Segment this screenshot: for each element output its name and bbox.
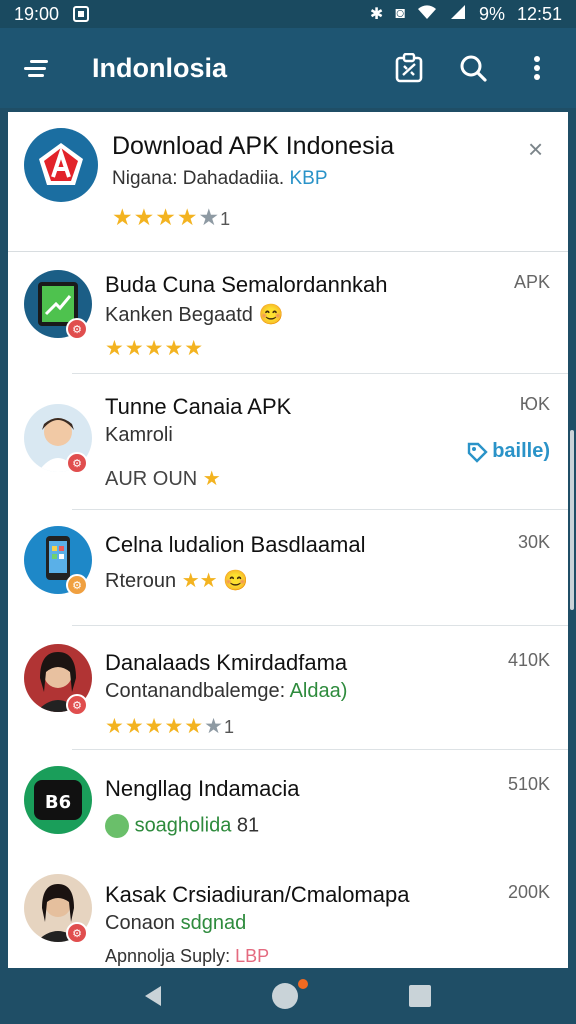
search-icon[interactable] xyxy=(456,51,490,85)
app-badge-icon: ⚙ xyxy=(66,574,88,596)
item-count: 510K xyxy=(507,774,550,794)
item-subtitle: Rterоun ★★ 😊 xyxy=(105,568,248,593)
item-title: Tunne Canaia APK xyxy=(105,394,292,419)
app-badge-icon: ⚙ xyxy=(66,452,88,474)
item-extra-text: Apnnolja Suply: xyxy=(105,946,231,966)
item-title: Kasak Crsiadiuran/Cmalomapa xyxy=(105,882,410,907)
more-options-icon[interactable] xyxy=(520,51,554,85)
item-action-label: baille) xyxy=(492,440,550,462)
list-item[interactable]: B6 Nengllag Indamacia soagholida 81 510K xyxy=(8,750,568,864)
list-item[interactable]: ⚙ Celna ludalion Basdlaamal Rterоun ★★ 😊… xyxy=(8,510,568,626)
header-card[interactable]: Download APK Indonesia Nigana: Dahadadii… xyxy=(8,112,568,252)
bb-app-icon: B6 xyxy=(24,766,92,834)
apk-logo-icon xyxy=(24,128,98,202)
header-subtitle-accent: KBP xyxy=(289,168,328,189)
recent-apps-icon[interactable] xyxy=(408,985,431,1007)
header-subtitle-text: Nigana: Dahadadiia. xyxy=(112,168,285,189)
item-subtitle-text: Kanken Begaatd xyxy=(105,304,253,326)
mini-avatar xyxy=(105,814,129,838)
app-badge-icon: ⚙ xyxy=(66,922,88,944)
item-extra-line: Apnnolja Suply: LBP xyxy=(105,946,269,967)
tag-icon xyxy=(468,442,488,463)
app-badge-icon: ⚙ xyxy=(66,694,88,716)
content-sheet: Download APK Indonesia Nigana: Dahadadii… xyxy=(8,112,568,968)
list-item[interactable]: ⚙ Kasak Crsiadiuran/Cmalomapa Conaon sdg… xyxy=(8,864,568,968)
item-subtitle-extra: 81 xyxy=(236,814,260,837)
item-title: Celna ludalion Basdlaamal xyxy=(105,532,366,557)
item-title: Danalaads Kmirdadfama xyxy=(105,650,348,675)
scrollbar[interactable] xyxy=(570,430,574,610)
item-subtitle-text: Conaon xyxy=(105,912,176,934)
app-title: Indonlosia xyxy=(92,52,227,83)
rating-count: 1 xyxy=(220,209,231,229)
header-rating: ★★★★★1 xyxy=(112,204,230,231)
item-subtitle: Kamroli xyxy=(105,424,173,446)
menu-icon[interactable] xyxy=(24,59,52,77)
rating-count: 1 xyxy=(223,717,234,737)
item-count: 30K xyxy=(517,532,550,552)
navigation-bar xyxy=(0,968,576,1024)
item-extra-text: AUR OUN xyxy=(105,468,198,490)
item-count: 200K xyxy=(507,882,550,902)
battery-level: 9% xyxy=(478,3,505,24)
item-subtitle: Conaon sdgnad xyxy=(105,912,246,935)
rating-star-empty: ★ xyxy=(198,204,221,230)
status-bar: 19:00 ✱ ◙ 9% 12:51 xyxy=(0,0,576,28)
bluetooth-icon: ✱ xyxy=(369,6,384,23)
home-icon[interactable] xyxy=(271,979,308,1009)
rating-stars-full: ★★★★ xyxy=(112,204,199,230)
item-subtitle: Contanandbalemge: Aldaa) xyxy=(105,680,347,703)
app-bar: Indonlosia xyxy=(0,28,576,108)
smile-emoji-icon: 😊 xyxy=(223,570,249,592)
item-subtitle-accent: sdgnad xyxy=(180,912,247,934)
star-icon: ★ xyxy=(202,468,221,490)
wifi-icon xyxy=(417,4,437,25)
item-subtitle: soagholida 81 xyxy=(105,814,259,838)
item-subtitle-text: Contanandbalemge: xyxy=(105,680,286,702)
app-badge-icon: ⚙ xyxy=(66,318,88,340)
item-subtitle-text: soagholida xyxy=(134,814,232,837)
item-subtitle-accent: Aldaa) xyxy=(289,680,348,702)
smile-emoji-icon: 😊 xyxy=(258,304,284,326)
status-clock: 12:51 xyxy=(516,3,562,24)
item-extra-accent: LBP xyxy=(235,946,270,966)
list-item[interactable]: ⚙ Tunne Canaia APK Kamroli AUR OUN ★ ЮK … xyxy=(8,374,568,510)
header-title: Download APK Indonesia xyxy=(112,132,395,160)
back-icon[interactable] xyxy=(145,986,162,1006)
list-item[interactable]: ⚙ Buda Cuna Semalordannkah Kanken Begaat… xyxy=(8,252,568,374)
item-title: Nengllag Indamacia xyxy=(105,776,300,801)
rating-star-empty: ★ xyxy=(204,715,224,738)
list-item[interactable]: ⚙ Danalaads Kmirdadfama Contanandbalemge… xyxy=(8,626,568,750)
notification-icon xyxy=(73,6,90,22)
item-subtitle-text: Rterоun xyxy=(105,570,177,592)
item-count: APK xyxy=(513,272,550,292)
item-extra-line: AUR OUN ★ xyxy=(105,466,221,491)
item-rating-stars: ★★★★★ xyxy=(105,337,205,360)
svg-text:B6: B6 xyxy=(45,792,71,813)
item-count: ЮK xyxy=(519,394,550,414)
rating-stars-full: ★★★★★ xyxy=(105,715,205,738)
header-subtitle: Nigana: Dahadadiia. KBP xyxy=(112,168,328,190)
item-title: Buda Cuna Semalordannkah xyxy=(105,272,388,297)
close-icon[interactable]: × xyxy=(528,134,543,165)
camera-icon: ◙ xyxy=(395,5,405,22)
clipboard-icon[interactable] xyxy=(392,51,426,85)
item-count: 410K xyxy=(507,650,550,670)
item-rating: ★★★★★★1 xyxy=(105,714,234,739)
signal-icon xyxy=(449,4,467,25)
item-subtitle: Kanken Begaatd 😊 xyxy=(105,302,283,327)
item-action-link[interactable]: baille) xyxy=(466,440,550,463)
status-time-left: 19:00 xyxy=(14,3,60,24)
rating-stars: ★★ xyxy=(181,570,218,592)
